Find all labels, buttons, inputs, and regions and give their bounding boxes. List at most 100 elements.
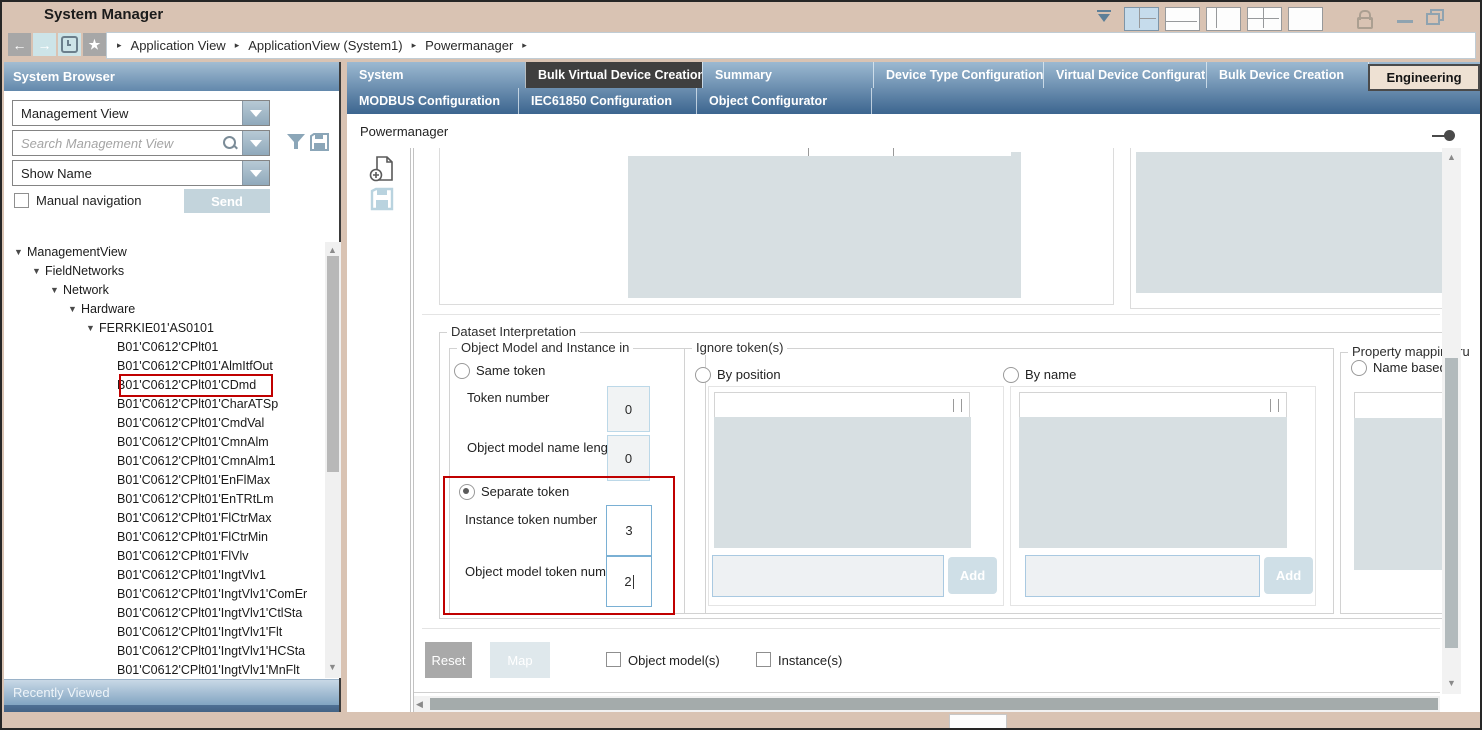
tree-item[interactable]: B01'C0612'CPlt01'IngtVlv1 (4, 565, 324, 584)
tree-item[interactable]: B01'C0612'CPlt01'AlmItfOut (4, 356, 324, 375)
toolbar-splitter-line2[interactable] (413, 148, 414, 712)
vertical-scrollbar-thumb[interactable] (1445, 358, 1458, 648)
tree-item[interactable]: B01'C0612'CPlt01'CmdVal (4, 413, 324, 432)
tab-modbus-configuration[interactable]: MODBUS Configuration (347, 88, 518, 114)
scroll-down-icon[interactable]: ▼ (328, 662, 337, 672)
tab-engineering[interactable]: Engineering (1368, 64, 1480, 91)
tree-item[interactable]: ▼FERRKIE01'AS0101 (4, 318, 324, 337)
save-filter-icon[interactable] (310, 133, 329, 151)
horizontal-scrollbar-thumb[interactable] (430, 698, 1438, 710)
layout-three-pane-button[interactable] (1124, 7, 1159, 31)
scroll-down-icon[interactable]: ▼ (1447, 678, 1456, 688)
reset-button[interactable]: Reset (425, 642, 472, 678)
tree-item[interactable]: B01'C0612'CPlt01'CharATSp (4, 394, 324, 413)
tab-summary[interactable]: Summary (702, 62, 873, 88)
lock-icon[interactable] (1356, 10, 1370, 26)
by-name-combo[interactable] (1019, 392, 1287, 419)
search-dropdown-arrow[interactable] (242, 131, 269, 155)
tree-item[interactable]: ▼Network (4, 280, 324, 299)
minimize-icon[interactable] (1397, 20, 1413, 23)
restore-icon[interactable] (1426, 9, 1442, 23)
layout-left-strip-button[interactable] (1206, 7, 1241, 31)
layout-grid-button[interactable] (1247, 7, 1282, 31)
by-position-input[interactable] (712, 555, 944, 597)
back-button[interactable]: ← (8, 33, 31, 56)
layout-single-pane-button[interactable] (1288, 7, 1323, 31)
tree-item[interactable]: B01'C0612'CPlt01'IngtVlv1'MnFlt (4, 660, 324, 678)
tree-item[interactable]: B01'C0612'CPlt01'IngtVlv1'ComEr (4, 584, 324, 603)
map-button[interactable]: Map (490, 642, 550, 678)
scroll-left-icon[interactable]: ◀ (416, 699, 423, 710)
tab-virtual-device-configuratio[interactable]: Virtual Device Configuratio (1043, 62, 1206, 88)
scrolled-listbox-right[interactable] (1136, 152, 1450, 293)
history-button[interactable] (58, 33, 81, 56)
tree-item[interactable]: B01'C0612'CPlt01'FlVlv (4, 546, 324, 565)
scroll-up-icon[interactable]: ▲ (328, 245, 337, 255)
recently-viewed-bar[interactable]: Recently Viewed (4, 679, 339, 705)
tree-expander-icon[interactable]: ▼ (68, 304, 81, 314)
tree-item[interactable]: B01'C0612'CPlt01 (4, 337, 324, 356)
toolbar-splitter-line[interactable] (410, 148, 411, 712)
horizontal-scrollbar[interactable]: ◀ (414, 696, 1440, 712)
collapse-panels-icon[interactable] (1095, 9, 1113, 25)
tab-iec61850-configuration[interactable]: IEC61850 Configuration (518, 88, 696, 114)
by-position-combo[interactable] (714, 392, 970, 419)
send-button[interactable]: Send (184, 189, 270, 213)
by-position-radio[interactable] (695, 367, 711, 383)
tree-expander-icon[interactable]: ▼ (50, 285, 63, 295)
manual-navigation-checkbox[interactable] (14, 193, 29, 208)
tab-system[interactable]: System (347, 62, 525, 88)
tree-item[interactable]: B01'C0612'CPlt01'IngtVlv1'Flt (4, 622, 324, 641)
scrolled-listbox-left[interactable] (628, 152, 1021, 298)
display-mode-dropdown[interactable]: Show Name (12, 160, 270, 186)
tree-item[interactable]: B01'C0612'CPlt01'CmnAlm1 (4, 451, 324, 470)
property-mapping-listbox[interactable] (1354, 418, 1444, 570)
name-based-radio[interactable] (1351, 360, 1367, 376)
tree-scrollbar-thumb[interactable] (327, 256, 339, 472)
name-length-input[interactable]: 0 (607, 435, 650, 481)
instances-checkbox[interactable] (756, 652, 771, 667)
tree-item[interactable]: B01'C0612'CPlt01'FlCtrMin (4, 527, 324, 546)
forward-button[interactable]: → (33, 33, 56, 56)
by-position-add-button[interactable]: Add (948, 557, 997, 594)
tree-item[interactable]: B01'C0612'CPlt01'EnFlMax (4, 470, 324, 489)
object-models-checkbox[interactable] (606, 652, 621, 667)
tree-expander-icon[interactable]: ▼ (32, 266, 45, 276)
view-selector-arrow[interactable] (242, 101, 269, 125)
scroll-up-icon[interactable]: ▲ (1447, 152, 1456, 162)
by-name-add-button[interactable]: Add (1264, 557, 1313, 594)
tree-item[interactable]: B01'C0612'CPlt01'FlCtrMax (4, 508, 324, 527)
by-name-radio[interactable] (1003, 367, 1019, 383)
tree-expander-icon[interactable]: ▼ (86, 323, 99, 333)
token-number-input[interactable]: 0 (607, 386, 650, 432)
tree-scrollbar[interactable]: ▲ ▼ (325, 242, 341, 678)
search-input[interactable]: Search Management View (12, 130, 270, 156)
view-selector-dropdown[interactable]: Management View (12, 100, 270, 126)
tree-item[interactable]: ▼FieldNetworks (4, 261, 324, 280)
tree-item[interactable]: B01'C0612'CPlt01'CmnAlm (4, 432, 324, 451)
tree-item[interactable]: B01'C0612'CPlt01'IngtVlv1'CtlSta (4, 603, 324, 622)
tab-bulk-device-creation[interactable]: Bulk Device Creation (1206, 62, 1368, 88)
breadcrumb[interactable]: ▸Application View▸ApplicationView (Syste… (106, 32, 1476, 59)
breadcrumb-item[interactable]: Application View (131, 38, 226, 53)
by-position-listbox[interactable] (714, 417, 971, 548)
vertical-scrollbar[interactable]: ▲ ▼ (1442, 148, 1461, 694)
by-name-input[interactable] (1025, 555, 1260, 597)
tree-item[interactable]: B01'C0612'CPlt01'EnTRtLm (4, 489, 324, 508)
tree-expander-icon[interactable]: ▼ (14, 247, 27, 257)
layout-bottom-strip-button[interactable] (1165, 7, 1200, 31)
new-document-icon[interactable] (369, 155, 395, 183)
tab-object-configurator[interactable]: Object Configurator (696, 88, 871, 114)
breadcrumb-item[interactable]: Powermanager (425, 38, 513, 53)
property-mapping-combo[interactable] (1354, 392, 1445, 420)
save-icon[interactable] (370, 187, 394, 211)
tree-item[interactable]: B01'C0612'CPlt01'IngtVlv1'HCSta (4, 641, 324, 660)
tab-bulk-virtual-device-creation[interactable]: Bulk Virtual Device Creation (525, 62, 702, 88)
tab-device-type-configuration[interactable]: Device Type Configuration (873, 62, 1043, 88)
pin-icon[interactable] (1432, 130, 1458, 142)
display-mode-arrow[interactable] (242, 161, 269, 185)
tree-item[interactable]: ▼ManagementView (4, 242, 324, 261)
filter-icon[interactable] (286, 133, 306, 151)
tree-item[interactable]: ▼Hardware (4, 299, 324, 318)
same-token-radio[interactable] (454, 363, 470, 379)
